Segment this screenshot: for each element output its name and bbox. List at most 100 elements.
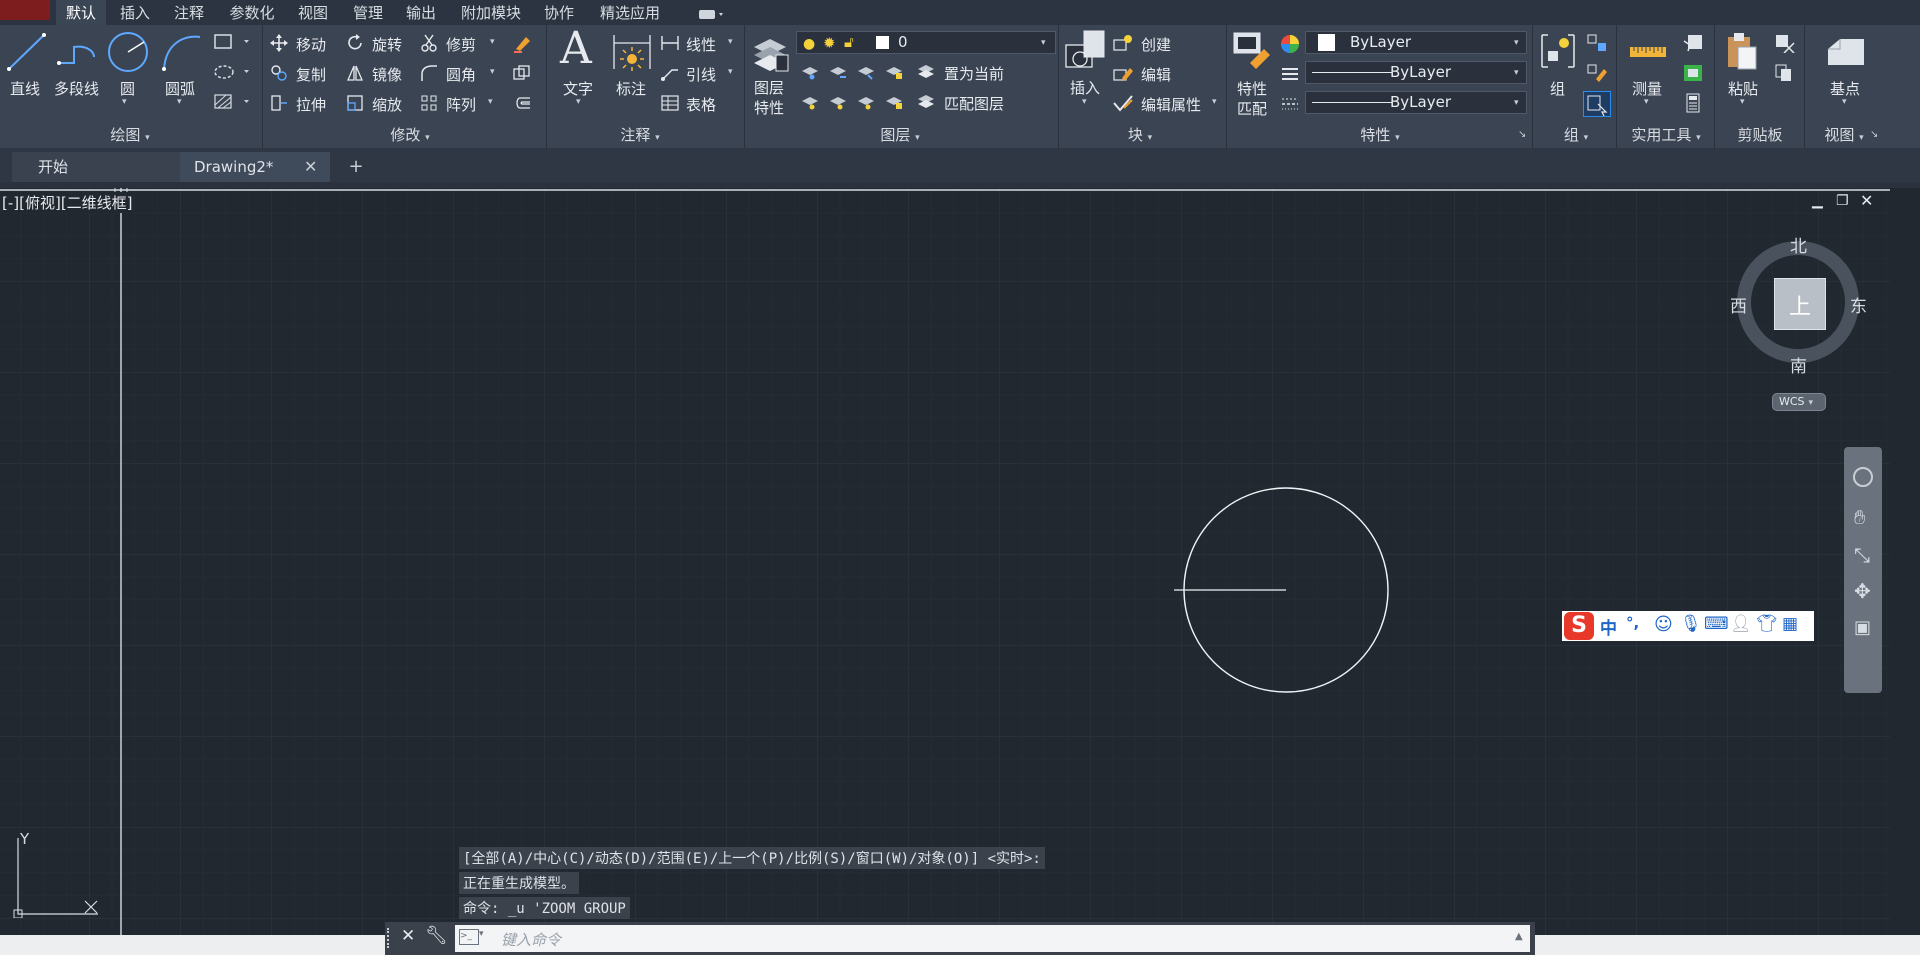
doc-tab-start[interactable]: 开始 [12, 152, 182, 182]
layer-tools-row1-icons[interactable] [800, 61, 910, 81]
doc-tab-drawing[interactable]: Drawing2* ✕ [180, 152, 330, 182]
quick-select-icon[interactable] [1682, 33, 1704, 53]
fillet-icon[interactable] [420, 64, 438, 82]
match-properties-line2[interactable]: 匹配 [1237, 98, 1267, 119]
keyboard-icon[interactable]: ⌨ [1704, 614, 1729, 634]
offset-icon[interactable] [512, 94, 532, 112]
command-prompt-icon[interactable]: >_ [459, 929, 479, 945]
select-all-icon[interactable] [1682, 63, 1704, 83]
match-layer-icon[interactable] [916, 91, 936, 111]
paste-dropdown-icon[interactable]: ▾ [1740, 97, 1745, 107]
group-selection-toggle-icon[interactable] [1583, 91, 1611, 117]
copy-button[interactable]: 复制 [296, 64, 326, 85]
insert-block-button[interactable]: 插入 [1070, 77, 1100, 98]
arc-button[interactable]: 圆弧 [165, 78, 195, 99]
minimize-viewport-icon[interactable]: ▁ [1812, 193, 1823, 209]
measure-dropdown-icon[interactable]: ▾ [1644, 97, 1649, 107]
viewcube[interactable]: 上 北 南 西 东 [1730, 237, 1867, 377]
zoom-extents-icon[interactable]: ⤡ [1854, 543, 1870, 567]
block-panel-title[interactable]: 块 ▾ [1100, 125, 1180, 145]
orbit-icon[interactable]: ✥ [1854, 579, 1871, 603]
compass-south[interactable]: 南 [1790, 352, 1807, 377]
base-view-dropdown-icon[interactable]: ▾ [1842, 97, 1847, 107]
color-dropdown[interactable]: ByLayer ▾ [1305, 31, 1527, 54]
showmotion-icon[interactable]: ▣ [1854, 617, 1871, 638]
color-wheel-icon[interactable] [1280, 34, 1300, 54]
table-icon[interactable] [660, 94, 680, 112]
pan-icon[interactable]: ✋︎ [1854, 505, 1865, 529]
insert-block-dropdown-icon[interactable]: ▾ [1082, 97, 1087, 107]
calculator-icon[interactable] [1682, 93, 1704, 113]
tab-addins[interactable]: 附加模块 [456, 0, 526, 25]
rotate-button[interactable]: 旋转 [372, 34, 402, 55]
ribbon-display-toggle-icon[interactable] [698, 6, 726, 19]
lineweight-dropdown[interactable]: ByLayer ▾ [1305, 91, 1527, 114]
measure-button[interactable]: 测量 [1632, 78, 1662, 99]
linear-dim-dropdown-icon[interactable]: ▾ [728, 37, 733, 47]
draw-panel-title[interactable]: 绘图 ▾ [90, 125, 170, 145]
match-properties-icon[interactable] [1232, 31, 1272, 71]
tab-insert[interactable]: 插入 [112, 0, 158, 25]
base-view-icon[interactable] [1824, 35, 1868, 69]
create-block-icon[interactable] [1112, 34, 1134, 52]
text-button[interactable]: 文字 [563, 78, 593, 99]
match-properties-line1[interactable]: 特性 [1237, 78, 1267, 99]
ellipse-icon[interactable] [212, 63, 252, 81]
properties-dialog-launcher-icon[interactable]: ↘ [1518, 129, 1526, 140]
hatch-icon[interactable] [212, 93, 252, 111]
trim-dropdown-icon[interactable]: ▾ [490, 37, 495, 47]
trim-button[interactable]: 修剪 [446, 34, 476, 55]
group-button[interactable]: 组 [1550, 78, 1565, 99]
scale-button[interactable]: 缩放 [372, 94, 402, 115]
circle-icon[interactable] [106, 30, 150, 74]
group-edit-icon[interactable] [1586, 63, 1608, 83]
ime-language-toggle[interactable]: 中 [1600, 614, 1617, 639]
polyline-button[interactable]: 多段线 [54, 78, 99, 99]
move-icon[interactable] [270, 34, 288, 52]
edit-block-icon[interactable] [1112, 64, 1134, 82]
layer-properties-icon[interactable] [750, 31, 790, 75]
viewcube-face[interactable]: 上 [1774, 278, 1826, 330]
base-view-button[interactable]: 基点 [1830, 78, 1860, 99]
layers-panel-title[interactable]: 图层 ▾ [860, 125, 940, 145]
compass-west[interactable]: 西 [1730, 292, 1747, 317]
utilities-panel-title[interactable]: 实用工具 ▾ [1620, 125, 1712, 145]
customize-wrench-icon[interactable]: 🔧︎ [425, 925, 448, 946]
line-icon[interactable] [6, 31, 48, 73]
app-menu-button[interactable] [0, 0, 50, 20]
ime-punctuation-toggle[interactable]: °, [1626, 614, 1639, 632]
rotate-icon[interactable] [346, 34, 364, 52]
tab-default[interactable]: 默认 [56, 0, 106, 25]
polyline-icon[interactable] [56, 33, 98, 71]
leader-dropdown-icon[interactable]: ▾ [728, 67, 733, 77]
explode-icon[interactable] [512, 64, 532, 82]
trim-icon[interactable] [420, 34, 438, 52]
tab-output[interactable]: 输出 [398, 0, 444, 25]
group-icon[interactable] [1538, 31, 1578, 71]
tab-parametric[interactable]: 参数化 [222, 0, 282, 25]
tab-manage[interactable]: 管理 [345, 0, 391, 25]
command-close-icon[interactable]: ✕ [401, 926, 415, 946]
leader-icon[interactable] [660, 64, 680, 82]
measure-icon[interactable] [1628, 39, 1668, 65]
mirror-button[interactable]: 镜像 [372, 64, 402, 85]
set-current-button[interactable]: 置为当前 [944, 63, 1004, 84]
erase-icon[interactable] [512, 33, 532, 53]
drawing-viewport[interactable]: [-][俯视][二维线框] ▁ ❐ ✕ 上 北 南 西 东 WCS ▾ ✋︎ ⤡ … [0, 188, 1890, 935]
table-button[interactable]: 表格 [686, 94, 716, 115]
stretch-button[interactable]: 拉伸 [296, 94, 326, 115]
array-dropdown-icon[interactable]: ▾ [488, 97, 493, 107]
microphone-icon[interactable]: 🎙︎ [1680, 614, 1702, 634]
rectangle-icon[interactable] [212, 33, 252, 51]
array-icon[interactable] [420, 94, 438, 112]
mirror-icon[interactable] [346, 64, 364, 82]
command-input[interactable]: >_ ▾ 键入命令 ▲ [455, 925, 1530, 952]
dimension-icon[interactable] [610, 31, 654, 73]
fillet-button[interactable]: 圆角 [446, 64, 476, 85]
layer-properties-button-line2[interactable]: 特性 [754, 97, 784, 118]
linear-dim-icon[interactable] [660, 34, 680, 52]
layer-tools-row2-icons[interactable] [800, 91, 910, 111]
stretch-icon[interactable] [270, 94, 288, 112]
circle-button[interactable]: 圆 [120, 78, 135, 99]
linear-dim-button[interactable]: 线性 [686, 34, 716, 55]
